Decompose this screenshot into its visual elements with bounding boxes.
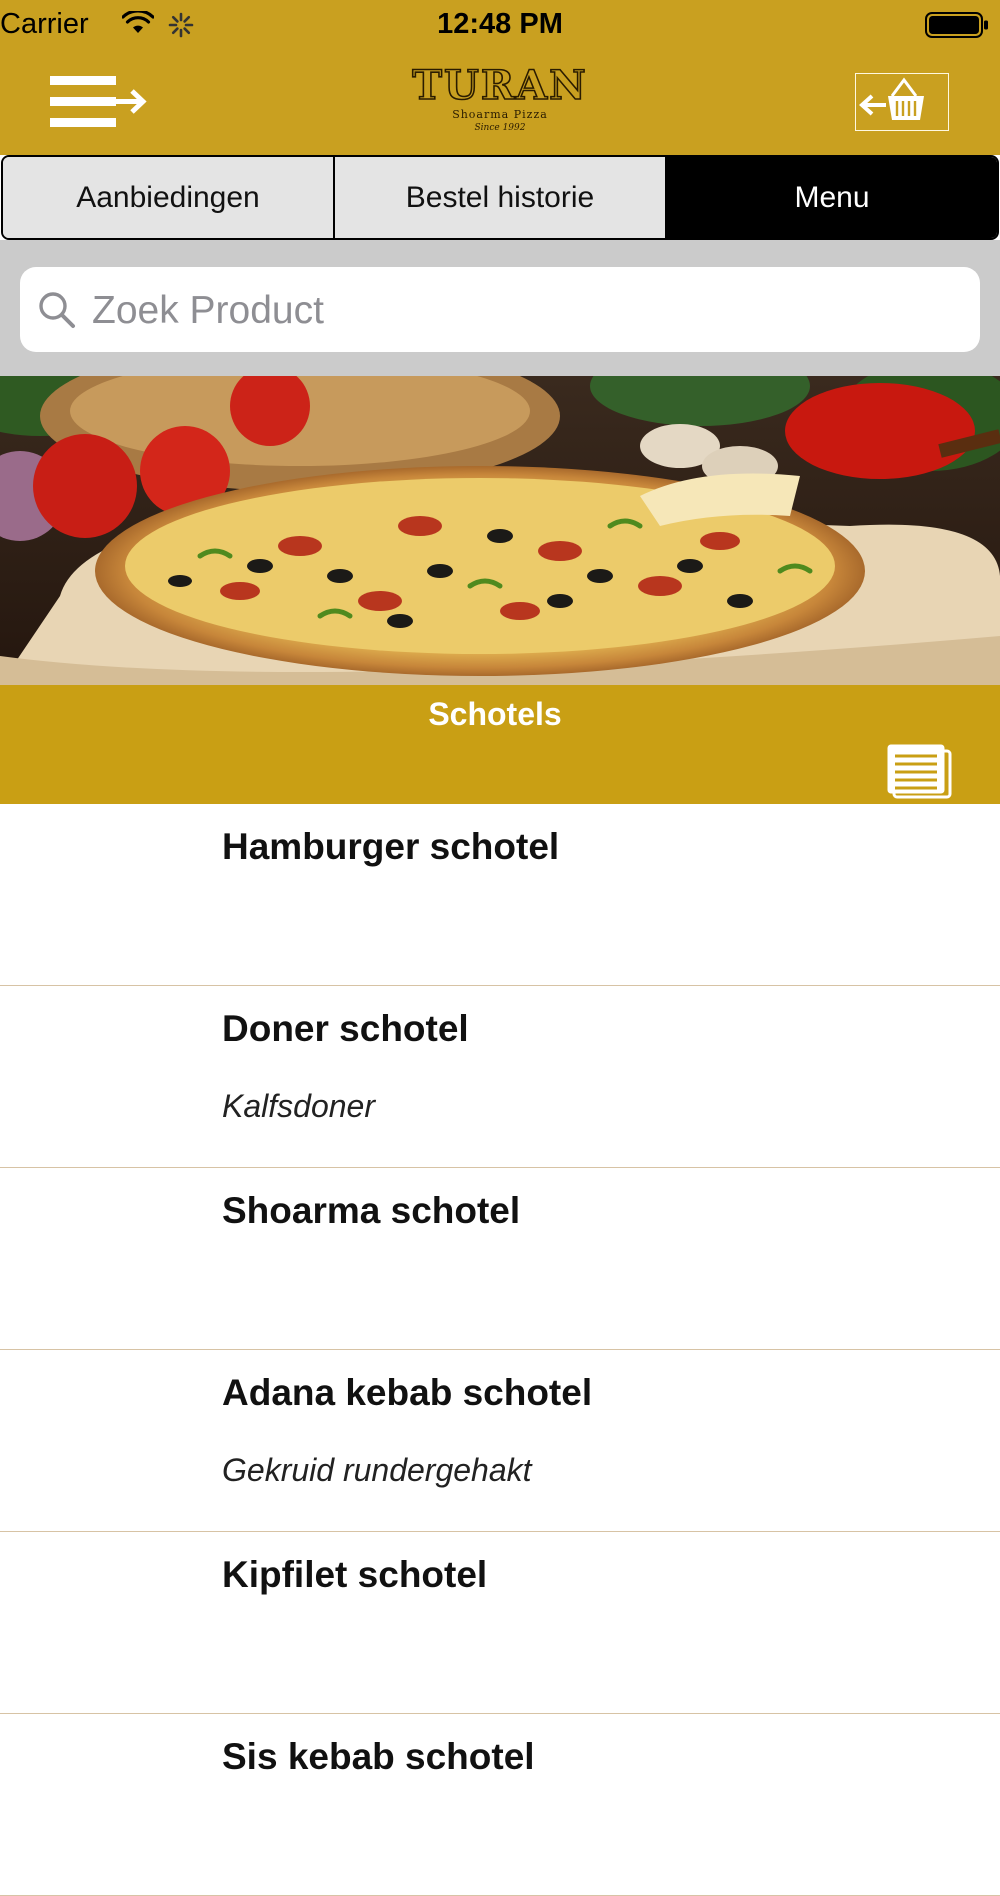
side-menu-button[interactable] (50, 74, 150, 134)
logo-subtitle: Shoarma Pizza (452, 108, 548, 121)
hamburger-arrow-icon (50, 76, 147, 127)
basket-icon (859, 77, 924, 120)
search-input[interactable] (90, 267, 954, 354)
tab-menu[interactable]: Menu (665, 157, 997, 238)
search-area (0, 240, 1000, 376)
tab-bestel-historie[interactable]: Bestel historie (333, 157, 665, 238)
product-name: Shoarma schotel (222, 1190, 521, 1231)
logo-since: Since 1992 (474, 123, 526, 133)
category-header: Schotels (0, 685, 1000, 804)
product-row[interactable]: Shoarma schotel (0, 1168, 1000, 1350)
product-list: Hamburger schotel Doner schotel Kalfsdon… (0, 804, 1000, 1896)
product-description: Kalfsdoner (222, 1088, 375, 1124)
product-name: Sis kebab schotel (222, 1736, 535, 1777)
pizza-banner-image (0, 376, 1000, 685)
product-name: Doner schotel (222, 1008, 469, 1049)
top-bar: Carrier 12:48 PM TURAN Shoarma Pizza Sin… (0, 0, 1000, 155)
product-row[interactable]: Adana kebab schotel Gekruid rundergehakt (0, 1350, 1000, 1532)
search-box[interactable] (20, 267, 980, 354)
pizza-photo (0, 376, 1000, 685)
product-name: Kipfilet schotel (222, 1554, 488, 1595)
battery-icon (925, 12, 989, 43)
product-row[interactable]: Doner schotel Kalfsdoner (0, 986, 1000, 1168)
search-icon (36, 289, 78, 336)
logo-title: TURAN (411, 62, 588, 109)
product-row[interactable]: Kipfilet schotel (0, 1532, 1000, 1714)
tab-aanbiedingen[interactable]: Aanbiedingen (3, 157, 333, 238)
status-time: 12:48 PM (437, 8, 563, 40)
product-name: Adana kebab schotel (222, 1372, 593, 1413)
tab-bar: Aanbiedingen Bestel historie Menu (1, 155, 999, 240)
category-title: Schotels (428, 696, 562, 732)
basket-button[interactable] (855, 73, 949, 131)
product-row[interactable]: Sis kebab schotel (0, 1714, 1000, 1896)
document-list-icon[interactable] (886, 743, 952, 804)
turan-logo: TURAN Shoarma Pizza Since 1992 (410, 62, 590, 142)
product-name: Hamburger schotel (222, 826, 560, 867)
product-row[interactable]: Hamburger schotel (0, 804, 1000, 986)
product-description: Gekruid rundergehakt (222, 1452, 532, 1488)
